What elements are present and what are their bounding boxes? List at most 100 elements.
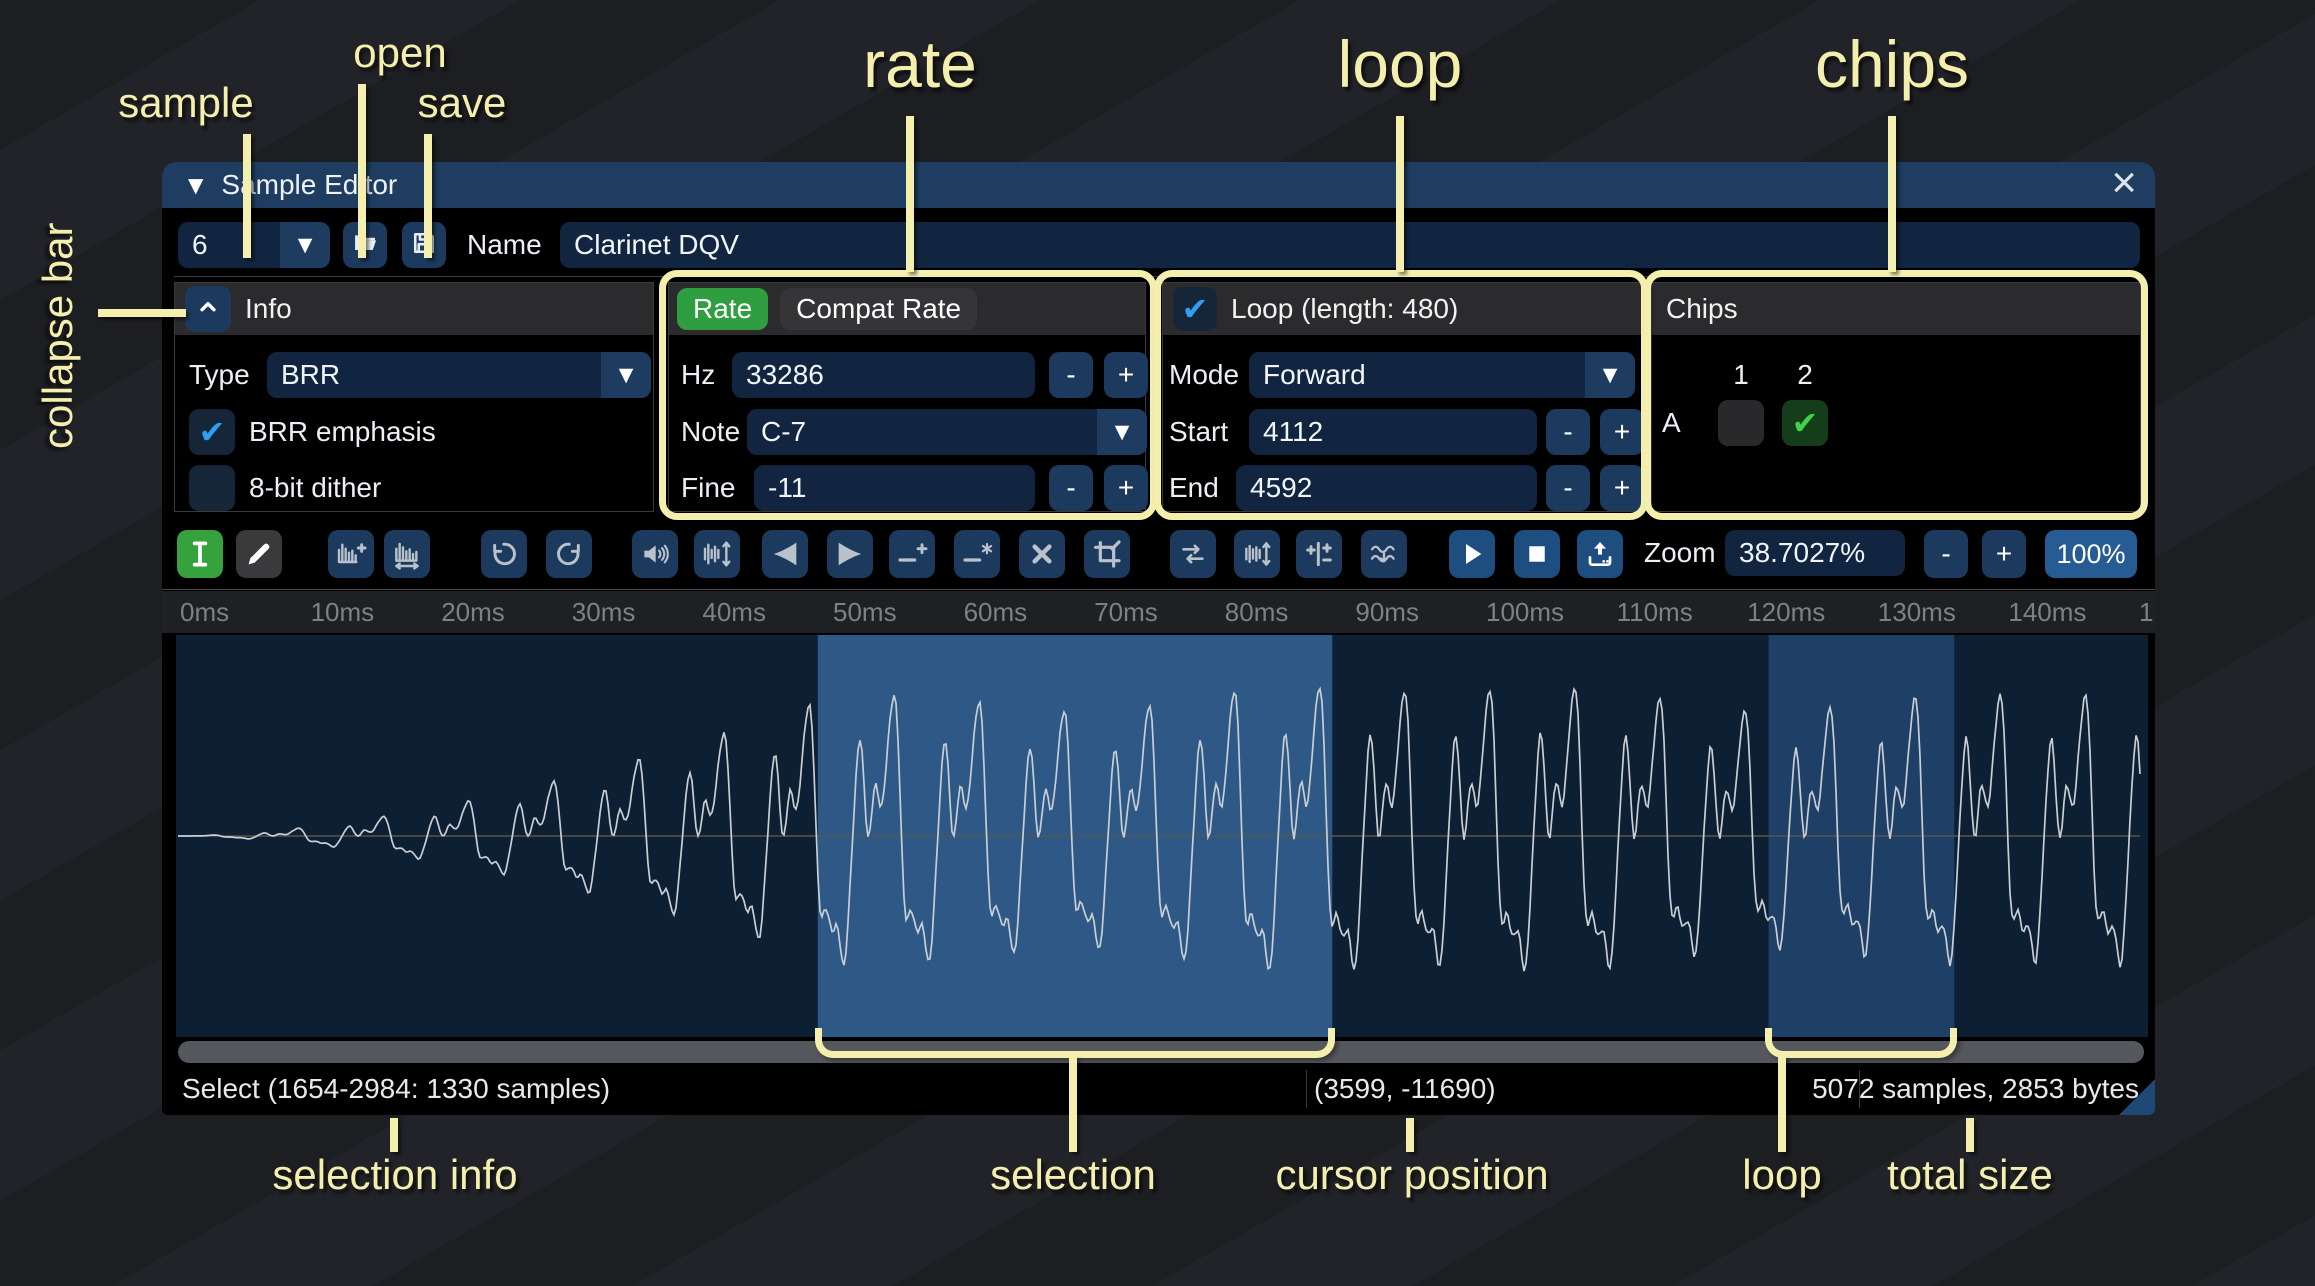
pencil-icon	[243, 538, 275, 570]
check-icon: ✔	[1792, 404, 1819, 442]
insert-silence-button[interactable]	[889, 530, 935, 578]
annotation-line	[243, 134, 251, 258]
chips-panel-header: Chips	[1652, 283, 2140, 335]
fadein-icon	[769, 538, 801, 570]
brr-emphasis-label: BRR emphasis	[249, 409, 436, 455]
preview-play-button[interactable]	[1449, 530, 1495, 578]
amplify-button[interactable]	[632, 530, 678, 578]
hz-field[interactable]: 33286	[732, 352, 1035, 398]
sample-index-dropdown[interactable]: 6 ▼	[178, 222, 330, 268]
dither-checkbox[interactable]	[189, 465, 235, 511]
loop-start-value: 4112	[1263, 416, 1323, 447]
loop-end-decrease-button[interactable]: -	[1546, 465, 1590, 511]
timeline-tick: 40ms	[702, 591, 766, 633]
loop-end-increase-button[interactable]: +	[1600, 465, 1644, 511]
redo-icon	[553, 538, 585, 570]
delete-button[interactable]	[1019, 530, 1065, 578]
loop-end-field[interactable]: 4592	[1236, 465, 1537, 511]
ibeam-icon	[184, 538, 216, 570]
timeline-tick: 90ms	[1355, 591, 1419, 633]
stop-icon	[1521, 538, 1553, 570]
timeline-ruler[interactable]: 0ms10ms20ms30ms40ms50ms60ms70ms80ms90ms1…	[162, 591, 2155, 633]
filter-icon	[1368, 538, 1400, 570]
fade-out-button[interactable]	[827, 530, 873, 578]
reverse-icon	[1177, 538, 1209, 570]
fine-value: -11	[768, 472, 806, 503]
title-bar[interactable]: ▼ Sample Editor ×	[162, 162, 2155, 208]
mode-label: Mode	[1169, 352, 1239, 398]
close-icon[interactable]: ×	[2111, 162, 2137, 208]
name-label: Name	[467, 222, 542, 268]
tab-compat-rate[interactable]: Compat Rate	[780, 288, 977, 330]
zoom-value: 38.7027%	[1739, 537, 1865, 568]
redo-button[interactable]	[546, 530, 592, 578]
collapse-info-button[interactable]	[185, 286, 231, 332]
fine-decrease-button[interactable]: -	[1049, 465, 1093, 511]
sample-type-dropdown[interactable]: BRR ▼	[267, 352, 651, 398]
annotation-line	[1888, 116, 1896, 272]
loop-start-field[interactable]: 4112	[1249, 409, 1537, 455]
loop-panel: ✔ Loop (length: 480) Mode Forward ▼ Star…	[1162, 282, 1643, 512]
hz-decrease-button[interactable]: -	[1049, 352, 1093, 398]
upload-icon	[1584, 538, 1616, 570]
zoom-value-field[interactable]: 38.7027%	[1725, 530, 1905, 576]
timeline-tick: 60ms	[964, 591, 1028, 633]
loop-start-decrease-button[interactable]: -	[1546, 409, 1590, 455]
tab-rate[interactable]: Rate	[677, 288, 768, 330]
note-dropdown[interactable]: C-7 ▼	[747, 409, 1147, 455]
fine-increase-button[interactable]: +	[1104, 465, 1148, 511]
timeline-tick: 20ms	[441, 591, 505, 633]
brr-emphasis-checkbox[interactable]: ✔	[189, 409, 235, 455]
speaker-icon	[639, 538, 671, 570]
undo-button[interactable]	[481, 530, 527, 578]
sample-editor-window: ▼ Sample Editor × 6 ▼ Name Clarinet DQV	[162, 162, 2155, 1115]
desktop-background: ▼ Sample Editor × 6 ▼ Name Clarinet DQV	[0, 0, 2315, 1286]
timeline-tick: 0ms	[180, 591, 229, 633]
waveform-display[interactable]	[176, 635, 2148, 1037]
trim-button[interactable]	[1084, 530, 1130, 578]
waves-icon	[391, 538, 423, 570]
loop-end-label: End	[1169, 465, 1219, 511]
loop-enable-checkbox[interactable]: ✔	[1173, 287, 1217, 331]
chevron-down-icon: ▼	[280, 222, 330, 268]
chip-1-checkbox[interactable]	[1718, 400, 1764, 446]
apply-silence-button[interactable]	[954, 530, 1000, 578]
timeline-tick: 80ms	[1225, 591, 1289, 633]
annotation-selection-bracket	[815, 1028, 1335, 1058]
hz-increase-button[interactable]: +	[1104, 352, 1148, 398]
timeline-tick: 140ms	[2008, 591, 2086, 633]
fine-field[interactable]: -11	[754, 465, 1035, 511]
timeline-tick: 30ms	[572, 591, 636, 633]
zoom-in-button[interactable]: +	[1982, 530, 2026, 578]
info-panel-title: Info	[245, 293, 292, 325]
dither-label: 8-bit dither	[249, 465, 381, 511]
reverse-button[interactable]	[1170, 530, 1216, 578]
normalize-button[interactable]	[694, 530, 740, 578]
signed-unsigned-button[interactable]	[1296, 530, 1342, 578]
sample-name-field[interactable]: Clarinet DQV	[560, 222, 2140, 268]
resize-grip[interactable]	[2119, 1079, 2155, 1115]
note-value: C-7	[761, 409, 806, 455]
annotation-line	[98, 309, 186, 317]
resample-button[interactable]	[384, 530, 430, 578]
chip-column-2-label: 2	[1782, 357, 1828, 393]
preview-stop-button[interactable]	[1514, 530, 1560, 578]
invert-button[interactable]	[1234, 530, 1280, 578]
make-instrument-button[interactable]	[1577, 530, 1623, 578]
loop-start-increase-button[interactable]: +	[1600, 409, 1644, 455]
zoom-out-button[interactable]: -	[1924, 530, 1968, 578]
filter-button[interactable]	[1361, 530, 1407, 578]
timeline-tick: 50ms	[833, 591, 897, 633]
loop-mode-dropdown[interactable]: Forward ▼	[1249, 352, 1635, 398]
annotation-total-size: total size	[1887, 1152, 2053, 1198]
resize-button[interactable]	[328, 530, 374, 578]
draw-mode-button[interactable]	[236, 530, 282, 578]
chip-2-checkbox[interactable]: ✔	[1782, 400, 1828, 446]
fade-in-button[interactable]	[762, 530, 808, 578]
window-collapse-icon[interactable]: ▼	[188, 173, 203, 197]
select-mode-button[interactable]	[177, 530, 223, 578]
zoom-reset-button[interactable]: 100%	[2045, 530, 2137, 578]
cursor-position-text: (3599, -11690)	[1314, 1063, 1496, 1115]
annotation-selection: selection	[990, 1152, 1156, 1198]
loop-start-label: Start	[1169, 409, 1228, 455]
